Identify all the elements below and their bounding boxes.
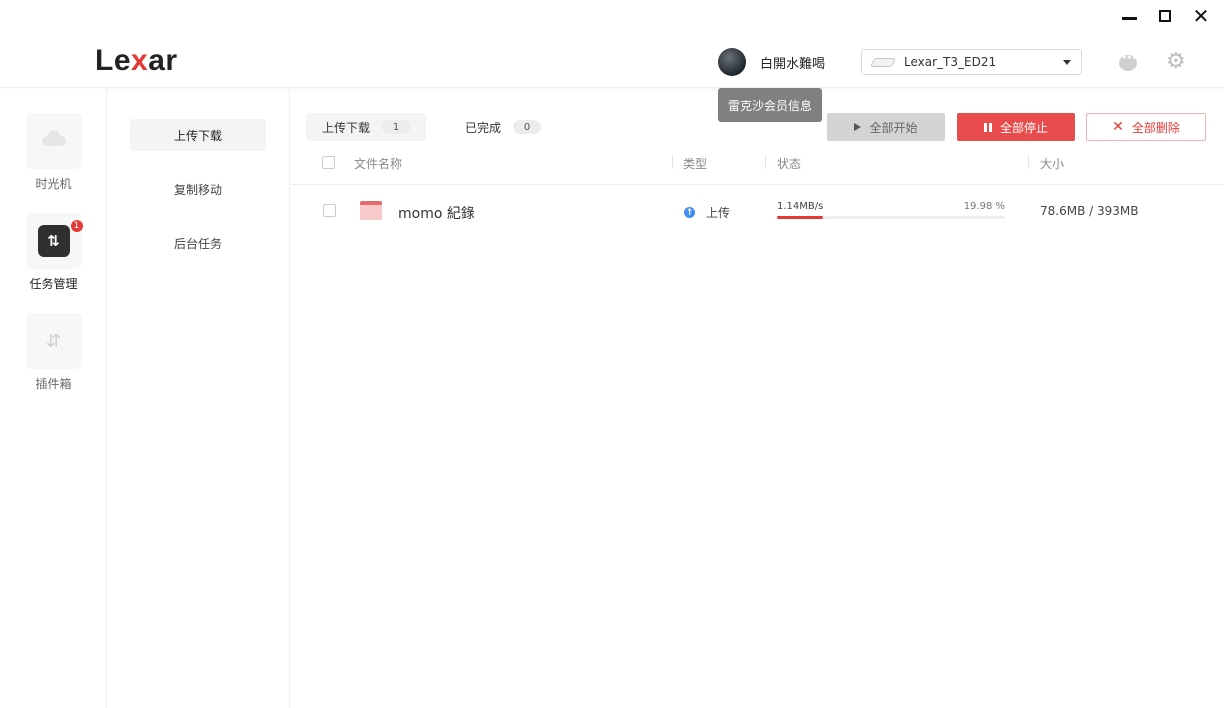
subnav-item-upload-download[interactable]: 上传下载 (130, 119, 266, 151)
username[interactable]: 白開水難喝 (760, 53, 825, 72)
delete-all-button[interactable]: ✕ 全部删除 (1086, 113, 1206, 141)
button-label: 全部停止 (999, 120, 1048, 135)
pause-icon (983, 122, 992, 132)
chevron-down-icon (1063, 59, 1071, 65)
sub-navigation: 上传下载 复制移动 后台任务 (108, 89, 290, 708)
task-manager-tile: ⇅ 1 (25, 213, 84, 269)
logo-text-end: ar (148, 44, 178, 77)
file-name: momo 紀錄 (398, 206, 475, 222)
logo: Lexar (95, 44, 178, 78)
upload-icon: ↑ (684, 207, 695, 218)
transfer-speed: 1.14MB/s (777, 201, 824, 212)
gear-icon[interactable]: ⚙ (1166, 51, 1186, 73)
user-account[interactable]: 白開水難喝 (718, 48, 825, 76)
drive-icon (869, 57, 897, 67)
column-divider (765, 155, 766, 169)
tab-completed[interactable]: 已完成 0 (449, 113, 557, 141)
sidebar-item-plugins[interactable]: ⇵ 插件箱 (0, 313, 107, 392)
column-divider (1028, 155, 1029, 169)
tab-count: 1 (382, 120, 411, 134)
tab-label: 上传下载 (322, 120, 371, 135)
plugins-tile: ⇵ (25, 313, 82, 369)
select-all-checkbox[interactable] (322, 156, 335, 169)
transfer-type: 上传 (706, 206, 731, 220)
task-list-panel: 上传下载 1 已完成 0 全部开始 全部停止 ✕ 全部删除 文件名称 类型 状态 (291, 89, 1224, 708)
button-label: 全部开始 (869, 120, 918, 135)
progress-fill (777, 216, 823, 219)
chat-icon[interactable] (1119, 51, 1137, 71)
device-name: Lexar_T3_ED21 (904, 55, 997, 69)
progress-percent: 19.98 % (963, 201, 1005, 212)
notification-badge: 1 (69, 219, 84, 233)
row-checkbox[interactable] (323, 204, 336, 217)
tab-upload-download[interactable]: 上传下载 1 (306, 113, 427, 141)
column-size: 大小 (1040, 157, 1065, 171)
cloud-icon (41, 130, 66, 146)
stop-all-button[interactable]: 全部停止 (957, 113, 1075, 141)
sidebar-item-label: 插件箱 (35, 377, 72, 391)
sidebar: 时光机 ⇅ 1 任务管理 ⇵ 插件箱 (0, 89, 107, 708)
app-window: ✕ Lexar 白開水難喝 Lexar_T3_ED21 ⚙ 雷克沙会员信息 时光… (0, 0, 1224, 708)
tab-label: 已完成 (465, 120, 502, 135)
file-size: 78.6MB / 393MB (1040, 204, 1139, 218)
logo-text-x: x (131, 44, 149, 77)
sidebar-item-task-manager[interactable]: ⇅ 1 任务管理 (0, 213, 107, 292)
tab-count: 0 (513, 120, 542, 134)
header: Lexar 白開水難喝 Lexar_T3_ED21 ⚙ (0, 0, 1224, 88)
sidebar-item-label: 时光机 (35, 177, 72, 191)
table-header: 文件名称 类型 状态 大小 (291, 151, 1224, 185)
column-status: 状态 (777, 157, 802, 171)
subnav-item-copy-move[interactable]: 复制移动 (130, 173, 266, 205)
progress-bar (777, 216, 1005, 219)
folder-icon (360, 201, 382, 220)
play-icon (854, 123, 862, 131)
close-icon: ✕ (1112, 119, 1124, 135)
subnav-item-background-tasks[interactable]: 后台任务 (130, 227, 266, 259)
sidebar-item-label: 任务管理 (29, 277, 78, 291)
table-row[interactable]: momo 紀錄 ↑ 上传 1.14MB/s 19.98 % 78.6MB / 3… (291, 187, 1224, 233)
start-all-button[interactable]: 全部开始 (827, 113, 945, 141)
column-type: 类型 (683, 157, 708, 171)
button-label: 全部删除 (1131, 120, 1180, 135)
column-name: 文件名称 (354, 157, 403, 171)
sliders-icon: ⇵ (45, 330, 62, 352)
transfer-icon: ⇅ (37, 225, 70, 257)
logo-text-start: Le (95, 44, 132, 77)
column-divider (672, 155, 673, 169)
member-info-tooltip: 雷克沙会员信息 (718, 88, 822, 122)
avatar[interactable] (718, 48, 746, 76)
time-machine-tile (25, 113, 82, 169)
device-select[interactable]: Lexar_T3_ED21 (861, 49, 1082, 75)
sidebar-item-time-machine[interactable]: 时光机 (0, 113, 107, 192)
